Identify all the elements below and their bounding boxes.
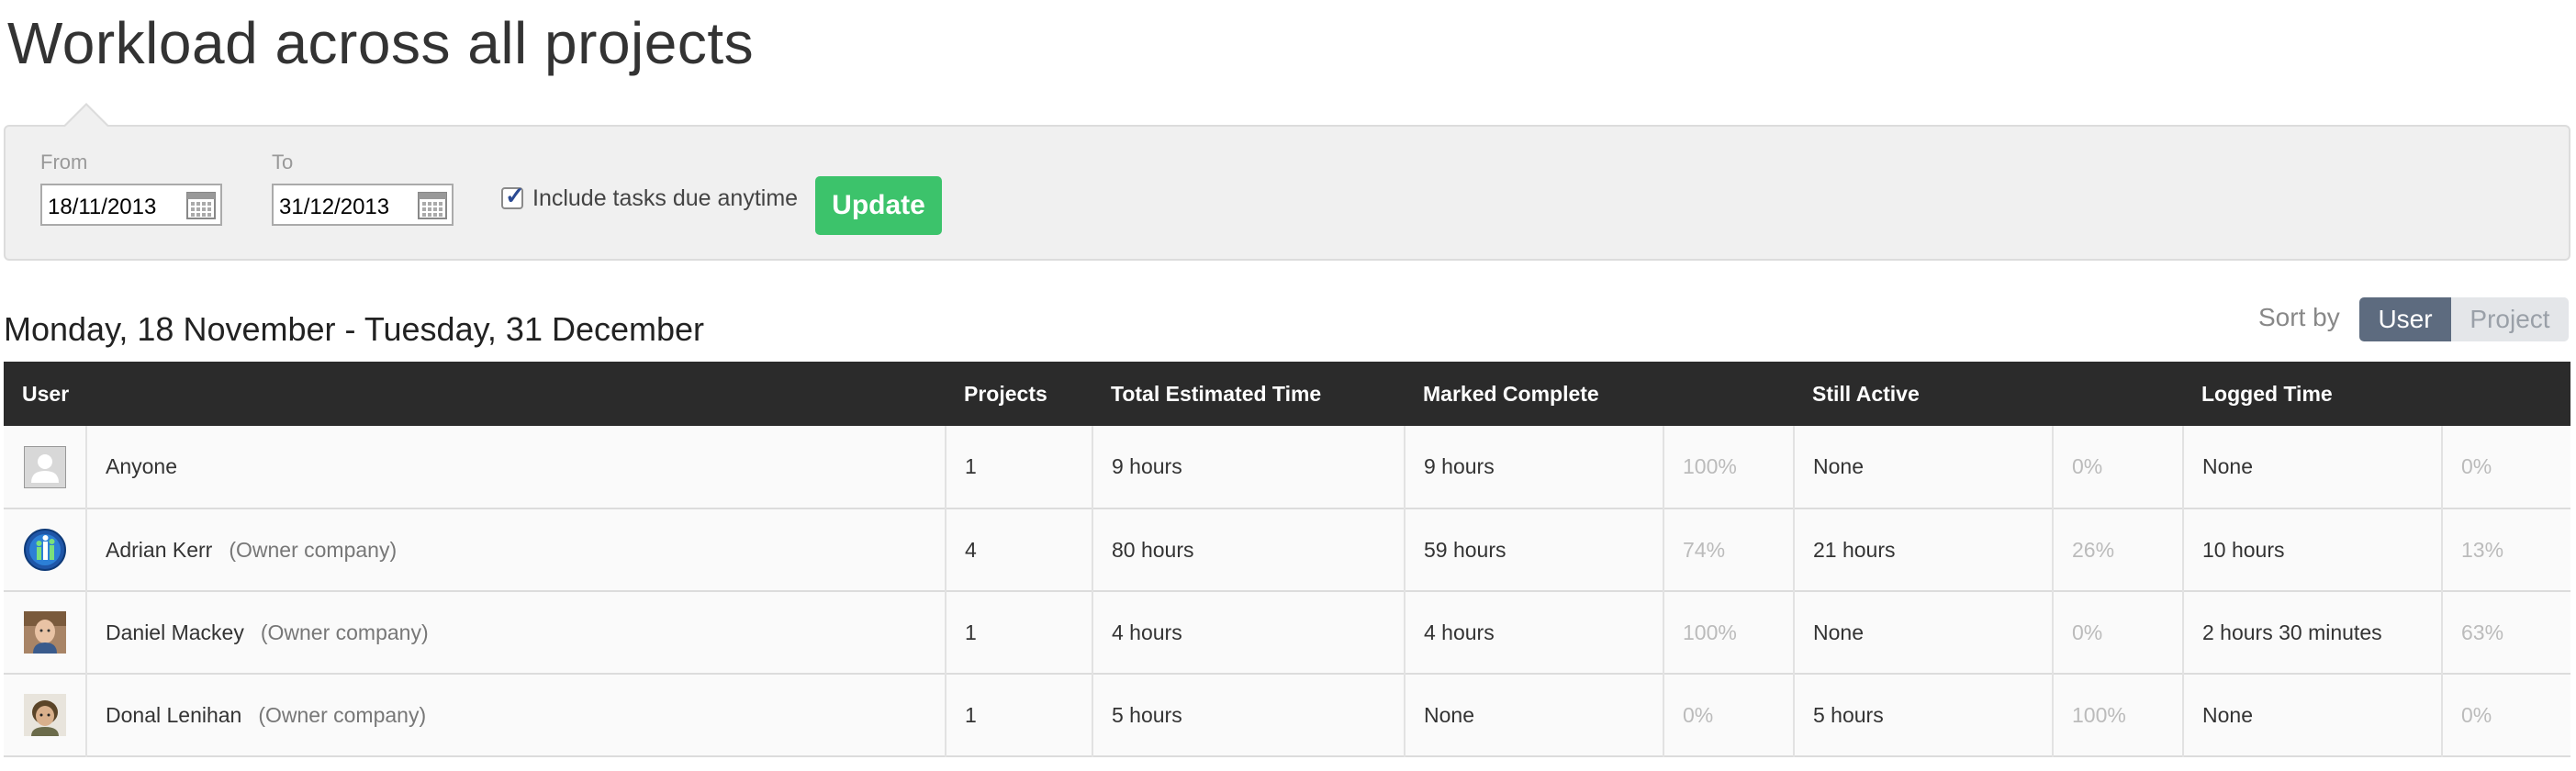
avatar-cell <box>4 508 87 591</box>
calendar-icon[interactable] <box>185 189 217 220</box>
sort-by-label: Sort by <box>2258 303 2340 331</box>
generic-user-icon <box>23 445 66 488</box>
user-name-cell[interactable]: Anyone <box>86 426 946 508</box>
total-estimated-time: 4 hours <box>1092 591 1406 674</box>
sort-toggle: User Project <box>2359 297 2569 341</box>
projects-count: 1 <box>946 674 1093 756</box>
total-estimated-time: 9 hours <box>1092 426 1406 508</box>
to-date-value: 31/12/2013 <box>279 195 390 219</box>
header-projects[interactable]: Projects <box>946 362 1092 426</box>
workload-table: User Projects Total Estimated Time Marke… <box>4 362 2571 757</box>
update-button[interactable]: Update <box>815 176 942 235</box>
to-label: To <box>272 151 294 173</box>
header-user[interactable]: User <box>4 362 946 426</box>
from-date-input[interactable]: 18/11/2013 <box>40 184 222 226</box>
still-active: 21 hours <box>1794 508 2054 591</box>
still-active: 5 hours <box>1794 674 2054 756</box>
user-name[interactable]: Anyone <box>106 454 177 478</box>
user-name[interactable]: Donal Lenihan <box>106 703 241 727</box>
marked-complete-percent: 74% <box>1663 508 1795 591</box>
filter-panel: From 18/11/2013 To 31/12/2013 ✓ Include … <box>4 103 2570 261</box>
total-estimated-time: 80 hours <box>1092 508 1406 591</box>
table-header-row: User Projects Total Estimated Time Marke… <box>4 362 2571 426</box>
still-active-percent: 0% <box>2053 426 2184 508</box>
projects-count: 1 <box>946 591 1093 674</box>
checkmark-icon: ✓ <box>505 182 525 209</box>
projects-count: 1 <box>946 426 1093 508</box>
avatar-cell <box>4 426 87 508</box>
page-title: Workload across all projects <box>7 10 755 76</box>
user-company: (Owner company) <box>258 702 427 727</box>
to-date-input[interactable]: 31/12/2013 <box>272 184 454 226</box>
logged-time: 10 hours <box>2183 508 2443 591</box>
sort-project-button[interactable]: Project <box>2451 297 2569 341</box>
header-total-estimated[interactable]: Total Estimated Time <box>1092 362 1405 426</box>
team-logo-icon <box>23 529 66 571</box>
table-row[interactable]: Adrian Kerr (Owner company) 4 80 hours 59… <box>4 508 2571 591</box>
marked-complete: 9 hours <box>1405 426 1664 508</box>
header-logged-time[interactable]: Logged Time <box>2183 362 2570 426</box>
table-row[interactable]: Donal Lenihan (Owner company) 1 5 hours N… <box>4 674 2571 756</box>
user-name-cell[interactable]: Adrian Kerr (Owner company) <box>86 508 946 591</box>
table-row[interactable]: Daniel Mackey (Owner company) 1 4 hours 4… <box>4 591 2571 674</box>
logged-time: None <box>2183 426 2443 508</box>
include-anytime-label[interactable]: Include tasks due anytime <box>532 185 798 212</box>
logged-time-percent: 13% <box>2461 537 2504 562</box>
marked-complete-percent: 0% <box>1663 674 1795 756</box>
projects-count: 4 <box>946 508 1093 591</box>
from-label: From <box>40 151 88 173</box>
calendar-icon[interactable] <box>417 189 448 220</box>
photo-avatar <box>23 611 66 654</box>
avatar-cell <box>4 674 87 756</box>
still-active-percent: 0% <box>2053 591 2184 674</box>
still-active-percent: 26% <box>2053 508 2184 591</box>
marked-complete: None <box>1405 674 1664 756</box>
photo-avatar <box>23 694 66 736</box>
marked-complete-percent: 100% <box>1663 591 1795 674</box>
logged-time-percent: 63% <box>2461 620 2504 644</box>
sort-user-button[interactable]: User <box>2359 297 2451 341</box>
still-active: None <box>1794 426 2054 508</box>
user-name-cell[interactable]: Donal Lenihan (Owner company) <box>86 674 946 756</box>
from-date-value: 18/11/2013 <box>48 195 157 219</box>
total-estimated-time: 5 hours <box>1092 674 1406 756</box>
logged-time-percent: 0% <box>2461 702 2492 727</box>
user-name[interactable]: Adrian Kerr <box>106 538 212 562</box>
still-active: None <box>1794 591 2054 674</box>
header-marked-complete[interactable]: Marked Complete <box>1405 362 1794 426</box>
marked-complete-percent: 100% <box>1663 426 1795 508</box>
logged-time: None <box>2183 674 2443 756</box>
marked-complete: 4 hours <box>1405 591 1664 674</box>
user-company: (Owner company) <box>260 620 429 644</box>
panel-notch <box>62 103 110 128</box>
user-name-cell[interactable]: Daniel Mackey (Owner company) <box>86 591 946 674</box>
logged-time: 2 hours 30 minutes <box>2183 591 2443 674</box>
date-range-heading: Monday, 18 November - Tuesday, 31 Decemb… <box>4 310 705 348</box>
user-company: (Owner company) <box>229 537 398 562</box>
avatar-cell <box>4 591 87 674</box>
user-name[interactable]: Daniel Mackey <box>106 620 244 644</box>
table-row[interactable]: Anyone 1 9 hours 9 hours 100% None 0% No… <box>4 426 2571 508</box>
still-active-percent: 100% <box>2053 674 2184 756</box>
header-still-active[interactable]: Still Active <box>1794 362 2183 426</box>
logged-time-percent: 0% <box>2461 454 2492 478</box>
include-anytime-checkbox[interactable]: ✓ <box>501 182 525 209</box>
marked-complete: 59 hours <box>1405 508 1664 591</box>
